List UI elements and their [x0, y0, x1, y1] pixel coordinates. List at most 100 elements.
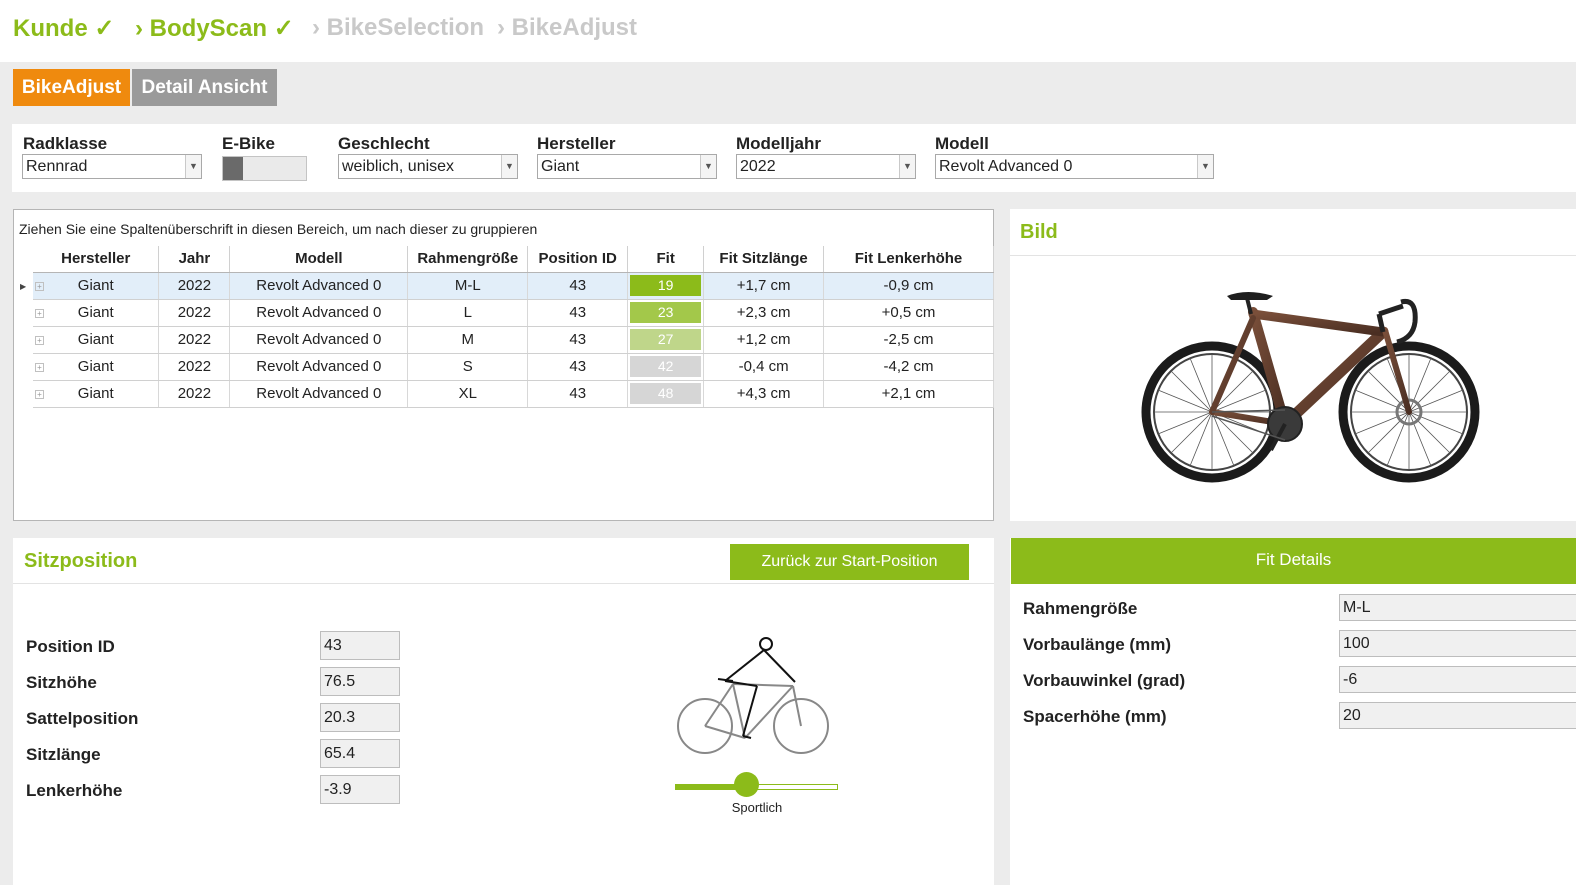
bike-table: Hersteller Jahr Modell Rahmengröße Posit…: [33, 246, 994, 408]
bild-panel: Bild: [1010, 209, 1576, 521]
column-header-fit-lenkerhoehe[interactable]: Fit Lenkerhöhe: [823, 246, 994, 273]
hersteller-cell: Giant: [33, 353, 160, 381]
tab-detail-ansicht[interactable]: Detail Ansicht: [132, 69, 277, 106]
table-row[interactable]: Giant 2022 Revolt Advanced 0 M-L 43 19 +1,7 cm…: [33, 272, 994, 300]
column-header-jahr[interactable]: Jahr: [158, 246, 231, 273]
column-header-modell[interactable]: Modell: [229, 246, 409, 273]
tab-bikeadjust[interactable]: BikeAdjust: [13, 69, 130, 106]
rahmengroesse-cell: S: [407, 353, 529, 381]
jahr-cell: 2022: [158, 326, 231, 354]
expand-row-icon[interactable]: +: [35, 363, 44, 372]
jahr-cell: 2022: [158, 299, 231, 327]
filter-panel: Radklasse Rennrad ▼ E-Bike Geschlecht we…: [12, 124, 1576, 192]
geschlecht-select[interactable]: weiblich, unisex ▼: [338, 154, 518, 179]
chevron-down-icon[interactable]: ▼: [185, 155, 201, 178]
radklasse-select[interactable]: Rennrad ▼: [22, 154, 202, 179]
expand-row-icon[interactable]: +: [35, 336, 44, 345]
position-slider-handle[interactable]: [733, 772, 759, 797]
column-header-fit[interactable]: Fit: [627, 246, 705, 273]
fit-sitzlaenge-cell: +4,3 cm: [703, 380, 825, 408]
spacerhoehe-field[interactable]: 20: [1339, 702, 1576, 729]
lenkerhoehe-input[interactable]: -3.9: [320, 775, 400, 804]
modell-cell: Revolt Advanced 0: [229, 326, 409, 354]
fit-cell: 23: [627, 299, 705, 327]
group-by-hint[interactable]: Ziehen Sie eine Spaltenüberschrift in di…: [19, 221, 537, 237]
radklasse-value: Rennrad: [26, 158, 88, 175]
position-id-cell: 43: [527, 272, 629, 300]
hersteller-cell: Giant: [33, 380, 160, 408]
fit-cell: 19: [627, 272, 705, 300]
chevron-down-icon[interactable]: ▼: [899, 155, 915, 178]
modelljahr-select[interactable]: 2022 ▼: [736, 154, 916, 179]
expand-row-icon[interactable]: +: [35, 282, 44, 291]
chevron-down-icon[interactable]: ▼: [1197, 155, 1213, 178]
modell-label: Modell: [935, 134, 989, 153]
fit-lenkerhoehe-cell: -4,2 cm: [823, 353, 994, 381]
fit-cell: 48: [627, 380, 705, 408]
table-header-row: Hersteller Jahr Modell Rahmengröße Posit…: [33, 246, 994, 273]
sitzposition-title: Sitzposition: [24, 550, 138, 572]
ebike-toggle[interactable]: [222, 156, 307, 181]
rahmengroesse-cell: M: [407, 326, 529, 354]
modell-cell: Revolt Advanced 0: [229, 272, 409, 300]
table-row[interactable]: Giant 2022 Revolt Advanced 0 L 43 23 +2,3 cm +0…: [33, 299, 994, 327]
fit-lenkerhoehe-cell: +2,1 cm: [823, 380, 994, 408]
divider: [13, 583, 994, 584]
hersteller-label: Hersteller: [537, 134, 616, 153]
rider-position-icon: [677, 637, 829, 754]
table-row[interactable]: Giant 2022 Revolt Advanced 0 M 43 27 +1,2 cm -2…: [33, 326, 994, 354]
divider: [1010, 255, 1576, 256]
hersteller-cell: Giant: [33, 299, 160, 327]
position-id-input[interactable]: 43: [320, 631, 400, 660]
vorbaulaenge-field[interactable]: 100: [1339, 630, 1576, 657]
hersteller-select[interactable]: Giant ▼: [537, 154, 717, 179]
fit-score-badge: 42: [630, 356, 702, 377]
fit-cell: 27: [627, 326, 705, 354]
breadcrumb-step-bikeselection[interactable]: › BikeSelection: [312, 14, 484, 42]
expand-row-icon[interactable]: +: [35, 309, 44, 318]
reset-position-button[interactable]: Zurück zur Start-Position: [730, 544, 969, 580]
modell-select[interactable]: Revolt Advanced 0 ▼: [935, 154, 1214, 179]
position-id-cell: 43: [527, 353, 629, 381]
geschlecht-label: Geschlecht: [338, 134, 430, 153]
column-header-fit-sitzlaenge[interactable]: Fit Sitzlänge: [703, 246, 825, 273]
rahmengroesse-cell: XL: [407, 380, 529, 408]
sattelposition-input[interactable]: 20.3: [320, 703, 400, 732]
fit-lenkerhoehe-cell: +0,5 cm: [823, 299, 994, 327]
column-header-hersteller[interactable]: Hersteller: [33, 246, 160, 273]
modelljahr-value: 2022: [740, 158, 776, 175]
bike-image: [1141, 292, 1480, 483]
ebike-label: E-Bike: [222, 134, 275, 153]
breadcrumb-step-bikeadjust[interactable]: › BikeAdjust: [497, 14, 637, 42]
breadcrumb-step-bodyscan[interactable]: › BodyScan ✓: [135, 14, 294, 43]
fit-lenkerhoehe-cell: -2,5 cm: [823, 326, 994, 354]
spacerhoehe-label: Spacerhöhe (mm): [1023, 707, 1167, 726]
table-row[interactable]: Giant 2022 Revolt Advanced 0 XL 43 48 +4,3 cm +…: [33, 380, 994, 408]
rahmengroesse-cell: M-L: [407, 272, 529, 300]
column-header-rahmengroesse[interactable]: Rahmengröße: [407, 246, 529, 273]
position-id-cell: 43: [527, 326, 629, 354]
vorbaulaenge-label: Vorbaulänge (mm): [1023, 635, 1171, 654]
rahmengroesse-field[interactable]: M-L: [1339, 594, 1576, 621]
fit-sitzlaenge-cell: -0,4 cm: [703, 353, 825, 381]
modell-cell: Revolt Advanced 0: [229, 380, 409, 408]
toggle-knob[interactable]: [223, 157, 243, 180]
position-id-cell: 43: [527, 299, 629, 327]
position-id-label: Position ID: [26, 637, 115, 656]
hersteller-cell: Giant: [33, 272, 160, 300]
sitzlaenge-input[interactable]: 65.4: [320, 739, 400, 768]
sitzhoehe-input[interactable]: 76.5: [320, 667, 400, 696]
expand-row-icon[interactable]: +: [35, 390, 44, 399]
fit-score-badge: 19: [630, 275, 702, 296]
jahr-cell: 2022: [158, 353, 231, 381]
chevron-down-icon[interactable]: ▼: [700, 155, 716, 178]
fit-sitzlaenge-cell: +1,2 cm: [703, 326, 825, 354]
hersteller-value: Giant: [541, 158, 580, 175]
breadcrumb-step-kunde[interactable]: Kunde ✓: [13, 14, 114, 43]
lenkerhoehe-label: Lenkerhöhe: [26, 781, 123, 800]
chevron-down-icon[interactable]: ▼: [501, 155, 517, 178]
vorbauwinkel-field[interactable]: -6: [1339, 666, 1576, 693]
table-row[interactable]: Giant 2022 Revolt Advanced 0 S 43 42 -0,4 cm -4…: [33, 353, 994, 381]
fit-details-panel: Fit Details Rahmengröße M-L Vorbaulänge …: [1010, 538, 1576, 885]
column-header-position-id[interactable]: Position ID: [527, 246, 629, 273]
